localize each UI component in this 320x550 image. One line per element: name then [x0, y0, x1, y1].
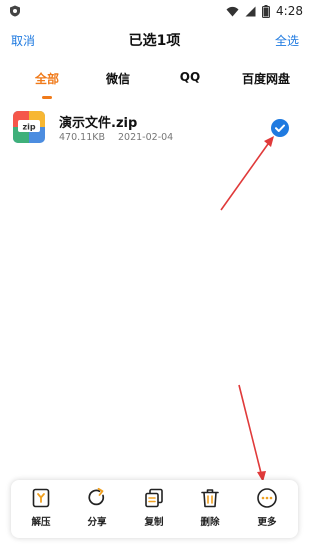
delete-label: 删除	[200, 517, 220, 528]
category-tabs: 全部 微信 QQ 百度网盘	[0, 64, 309, 100]
file-date: 2021-02-04	[118, 132, 174, 143]
share-icon	[88, 487, 105, 506]
share-button[interactable]: 分享	[77, 487, 117, 533]
file-name: 演示文件.zip	[59, 116, 138, 131]
tab-qq[interactable]: QQ	[180, 70, 200, 84]
signal-icon	[245, 6, 256, 16]
bottom-action-bar: 解压 分享 复制 删除 更多	[11, 480, 298, 538]
copy-label: 复制	[144, 517, 164, 528]
delete-icon	[201, 489, 219, 508]
page-title: 已选1项	[128, 33, 181, 49]
selection-header: 取消 已选1项 全选	[0, 26, 309, 54]
extract-icon	[32, 488, 50, 508]
delete-button[interactable]: 删除	[190, 487, 230, 533]
more-button[interactable]: 更多	[247, 487, 287, 533]
checkmark-icon	[275, 124, 285, 132]
tab-wechat[interactable]: 微信	[106, 70, 130, 87]
status-time: 4:28	[276, 4, 303, 18]
status-indicators: 4:28	[226, 3, 303, 19]
more-icon	[257, 488, 277, 508]
extract-button[interactable]: 解压	[21, 487, 61, 533]
copy-icon	[145, 488, 163, 508]
wifi-icon	[226, 6, 239, 16]
zip-icon-label: zip	[22, 123, 35, 132]
active-tab-indicator	[42, 96, 52, 99]
annotation-arrow-to-checkbox	[220, 143, 269, 211]
copy-button[interactable]: 复制	[134, 487, 174, 533]
select-all-button[interactable]: 全选	[275, 32, 299, 49]
tab-all[interactable]: 全部	[35, 70, 59, 87]
extract-label: 解压	[31, 517, 51, 528]
file-list-item[interactable]: zip 演示文件.zip 470.11KB 2021-02-04	[0, 108, 309, 152]
app-shield-icon	[10, 5, 20, 17]
zip-file-icon: zip	[13, 111, 45, 143]
status-bar: 4:28	[0, 0, 309, 22]
tab-baidu-netdisk[interactable]: 百度网盘	[242, 70, 290, 87]
battery-icon	[262, 4, 271, 18]
file-meta: 470.11KB 2021-02-04	[59, 132, 173, 143]
share-label: 分享	[87, 517, 107, 528]
more-label: 更多	[257, 517, 277, 528]
selected-checkbox[interactable]	[271, 119, 289, 137]
annotation-arrow-to-more	[238, 384, 262, 474]
file-size: 470.11KB	[59, 132, 105, 143]
